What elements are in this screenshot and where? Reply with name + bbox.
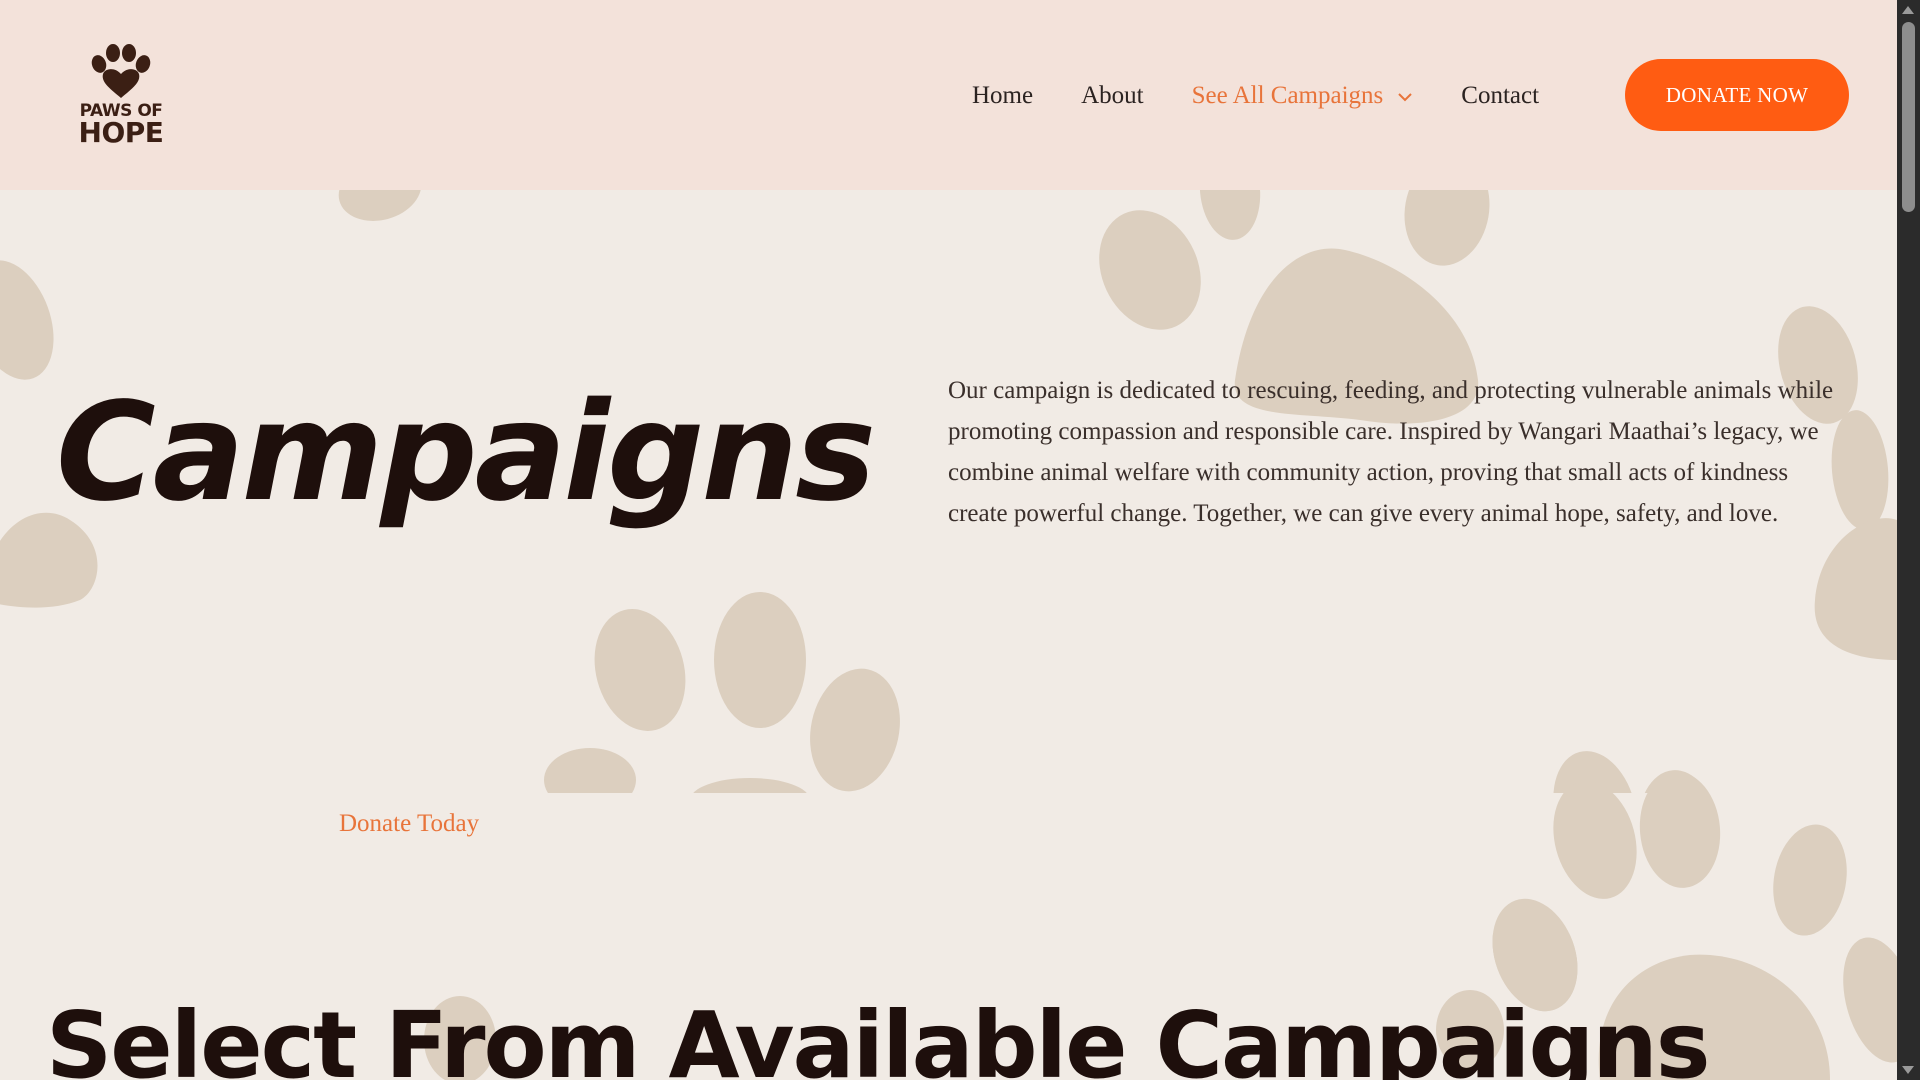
scroll-up-arrow-icon[interactable] xyxy=(1902,6,1914,14)
donate-today-link[interactable]: Donate Today xyxy=(339,810,479,838)
section-title: Select From Available Campaigns xyxy=(46,992,1711,1080)
nav-contact[interactable]: Contact xyxy=(1461,82,1539,110)
logo-text-line2: HOPE xyxy=(78,116,164,149)
nav-home[interactable]: Home xyxy=(972,82,1033,110)
main-nav: Home About See All Campaigns Contact xyxy=(972,76,1587,116)
paw-heart-icon xyxy=(91,44,151,98)
nav-about[interactable]: About xyxy=(1081,82,1144,110)
hero-description: Our campaign is dedicated to rescuing, f… xyxy=(948,377,1834,527)
nav-see-all-campaigns-label: See All Campaigns xyxy=(1191,82,1384,109)
chevron-down-icon[interactable] xyxy=(1397,92,1413,102)
donate-now-button[interactable]: DONATE NOW xyxy=(1625,59,1849,131)
logo[interactable]: PAWS OF HOPE xyxy=(78,44,164,148)
page-title: Campaigns xyxy=(56,374,876,532)
scrollbar[interactable] xyxy=(1897,0,1920,1080)
scroll-down-arrow-icon[interactable] xyxy=(1902,1066,1914,1074)
scrollbar-thumb[interactable] xyxy=(1902,22,1915,212)
nav-see-all-campaigns[interactable]: See All Campaigns xyxy=(1192,82,1414,110)
site-header: PAWS OF HOPE Home About See All Campaign… xyxy=(0,0,1897,190)
